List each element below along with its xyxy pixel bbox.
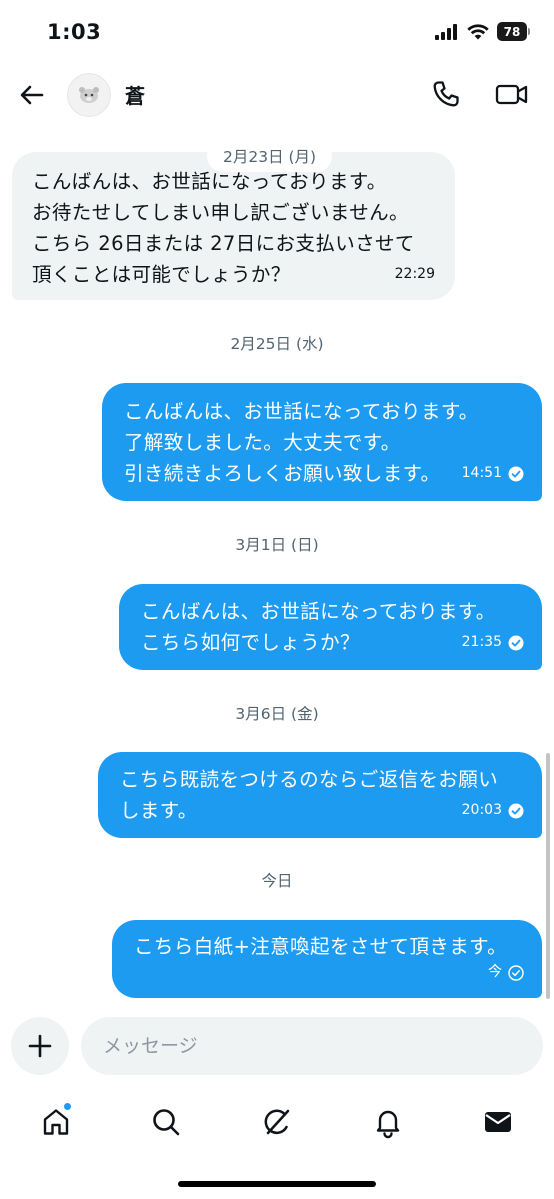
message-text-line: 頂くことは可能でしょうか？ [32,263,291,286]
sent-check-icon [508,635,524,650]
message-bubble-outgoing[interactable]: こんばんは、お世話になっております。 こちら如何でしょうか？ 21:35 [119,584,542,670]
back-button[interactable] [16,79,48,111]
message-text-line: こちら 26日または 27日にお支払いさせて [32,232,415,255]
message-bubble-incoming[interactable]: こんばんは、お世話になっております。 お待たせしてしまい申し訳ございません。 こ… [12,152,455,300]
grok-icon [264,1109,290,1135]
video-call-button[interactable] [494,78,530,110]
message-meta: 22:29 [395,259,435,290]
message-text-line: お待たせしてしまい申し訳ございません。 [32,201,409,224]
date-separator: 今日 [261,872,293,890]
message-input[interactable] [81,1017,543,1075]
plus-icon [28,1034,52,1058]
avatar-image-icon [79,87,99,103]
message-bubble-outgoing[interactable]: こちら白紙+注意喚起をさせて頂きます。 今 [112,920,542,998]
message-timestamp: 今 [488,964,502,980]
message-text-line: 了解致しました。大丈夫です。 [124,431,401,454]
back-arrow-icon [20,85,44,105]
battery-icon: 78 [497,22,530,41]
nav-messages[interactable] [478,1102,518,1142]
contact-name[interactable]: 蒼 [125,80,145,109]
date-separator: 2月23日 (月) [207,140,333,172]
message-timestamp: 22:29 [394,266,435,282]
message-text-line: こんばんは、お世話になっております。 [141,600,496,623]
messages-envelope-icon [485,1112,511,1132]
avatar[interactable] [67,73,111,117]
sent-check-icon [508,466,524,481]
date-separator: 3月1日 (日) [235,536,319,554]
message-meta: 14:51 [462,458,524,489]
search-icon [153,1109,180,1136]
message-timestamp: 14:51 [461,465,502,481]
message-timestamp: 21:35 [461,634,502,650]
nav-notifications[interactable] [368,1102,408,1142]
message-text-line: こんばんは、お世話になっております。 [124,400,479,423]
battery-level: 78 [497,22,527,41]
voice-call-button[interactable] [430,78,462,110]
notifications-bell-icon [376,1110,400,1139]
nav-grok[interactable] [257,1102,297,1142]
status-time: 1:03 [47,20,102,44]
date-separator: 2月25日 (水) [230,335,324,353]
status-bar: 1:03 78 [0,0,554,66]
bottom-navigation [0,1090,554,1160]
notification-dot [63,1102,72,1111]
message-text-line: こちら既読をつけるのならご返信をお願い [120,768,499,791]
home-indicator [178,1181,376,1187]
video-camera-icon [495,84,528,105]
wifi-icon [467,23,489,39]
sent-check-icon [508,803,524,818]
nav-home[interactable] [36,1102,76,1142]
phone-icon [433,81,459,107]
message-timestamp: 20:03 [461,802,502,818]
message-meta: 21:35 [462,627,524,658]
scrollbar[interactable] [546,753,550,999]
status-icons: 78 [435,22,530,41]
date-separator: 3月6日 (金) [235,705,319,723]
conversation-header: 蒼 [0,66,554,124]
message-meta: 20:03 [462,795,524,826]
nav-search[interactable] [146,1102,186,1142]
message-meta: 今 [488,957,524,988]
message-text-line: こちら白紙+注意喚起をさせて頂きます。 [134,935,507,958]
message-bubble-outgoing[interactable]: こんばんは、お世話になっております。 了解致しました。大丈夫です。 引き続きよろ… [102,383,542,501]
add-attachment-button[interactable] [11,1017,69,1075]
message-bubble-outgoing[interactable]: こちら既読をつけるのならご返信をお願い します。 20:03 [98,752,542,838]
cellular-signal-icon [435,23,457,40]
pending-check-icon [508,964,524,981]
